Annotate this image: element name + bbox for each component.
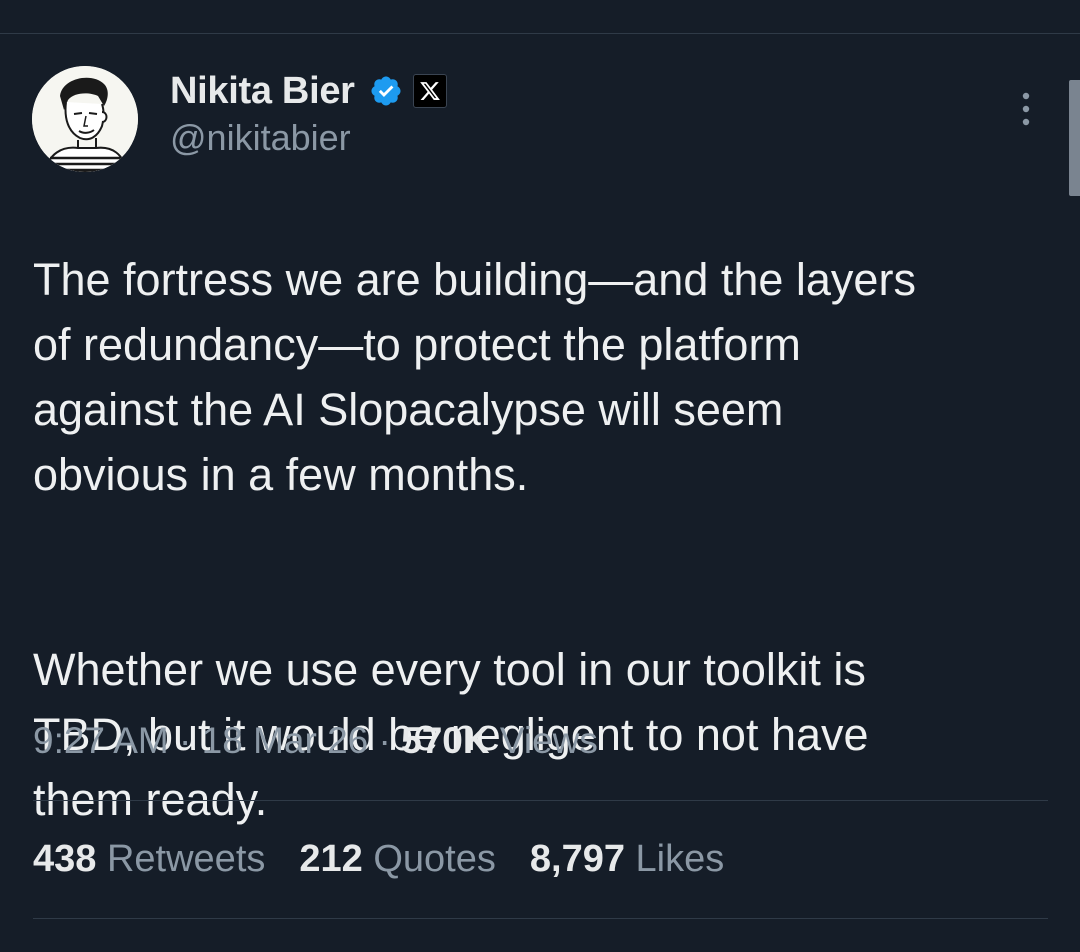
avatar-illustration xyxy=(32,66,138,172)
author-handle[interactable]: @nikitabier xyxy=(170,117,351,159)
retweets-label: Retweets xyxy=(106,838,266,880)
tweet-date[interactable]: 18 Mar 26 xyxy=(202,720,369,761)
scrollbar-thumb[interactable] xyxy=(1069,80,1080,196)
likes-stat[interactable]: 8,797 Likes xyxy=(530,838,724,881)
tweet-paragraph: The fortress we are building—and the lay… xyxy=(33,254,916,500)
likes-count: 8,797 xyxy=(529,838,625,880)
avatar[interactable] xyxy=(32,66,138,172)
verified-badge-icon[interactable] xyxy=(369,74,403,108)
meta-separator: · xyxy=(168,720,202,761)
tweet-time[interactable]: 9:27 AM xyxy=(33,720,169,761)
tweet-meta: 9:27 AM · 18 Mar 26 · 570K Views xyxy=(33,720,598,762)
quotes-label: Quotes xyxy=(373,838,496,880)
retweets-stat[interactable]: 438 Retweets xyxy=(33,838,265,881)
quotes-count: 212 xyxy=(299,838,363,880)
x-logo-icon xyxy=(412,74,447,108)
views-label: Views xyxy=(489,720,598,761)
top-divider xyxy=(0,33,1080,34)
divider xyxy=(33,800,1048,801)
divider xyxy=(33,918,1048,919)
author-name-row: Nikita Bier xyxy=(170,68,447,114)
views-count[interactable]: 570K xyxy=(401,720,489,761)
retweets-count: 438 xyxy=(33,838,97,880)
tweet-text: The fortress we are building—and the lay… xyxy=(33,182,1053,897)
quotes-stat[interactable]: 212 Quotes xyxy=(299,838,496,881)
meta-separator: · xyxy=(368,720,402,761)
more-options-icon[interactable] xyxy=(1016,92,1036,126)
engagement-stats: 438 Retweets 212 Quotes 8,797 Likes xyxy=(33,838,724,881)
likes-label: Likes xyxy=(635,838,725,880)
author-display-name[interactable]: Nikita Bier xyxy=(170,70,355,113)
